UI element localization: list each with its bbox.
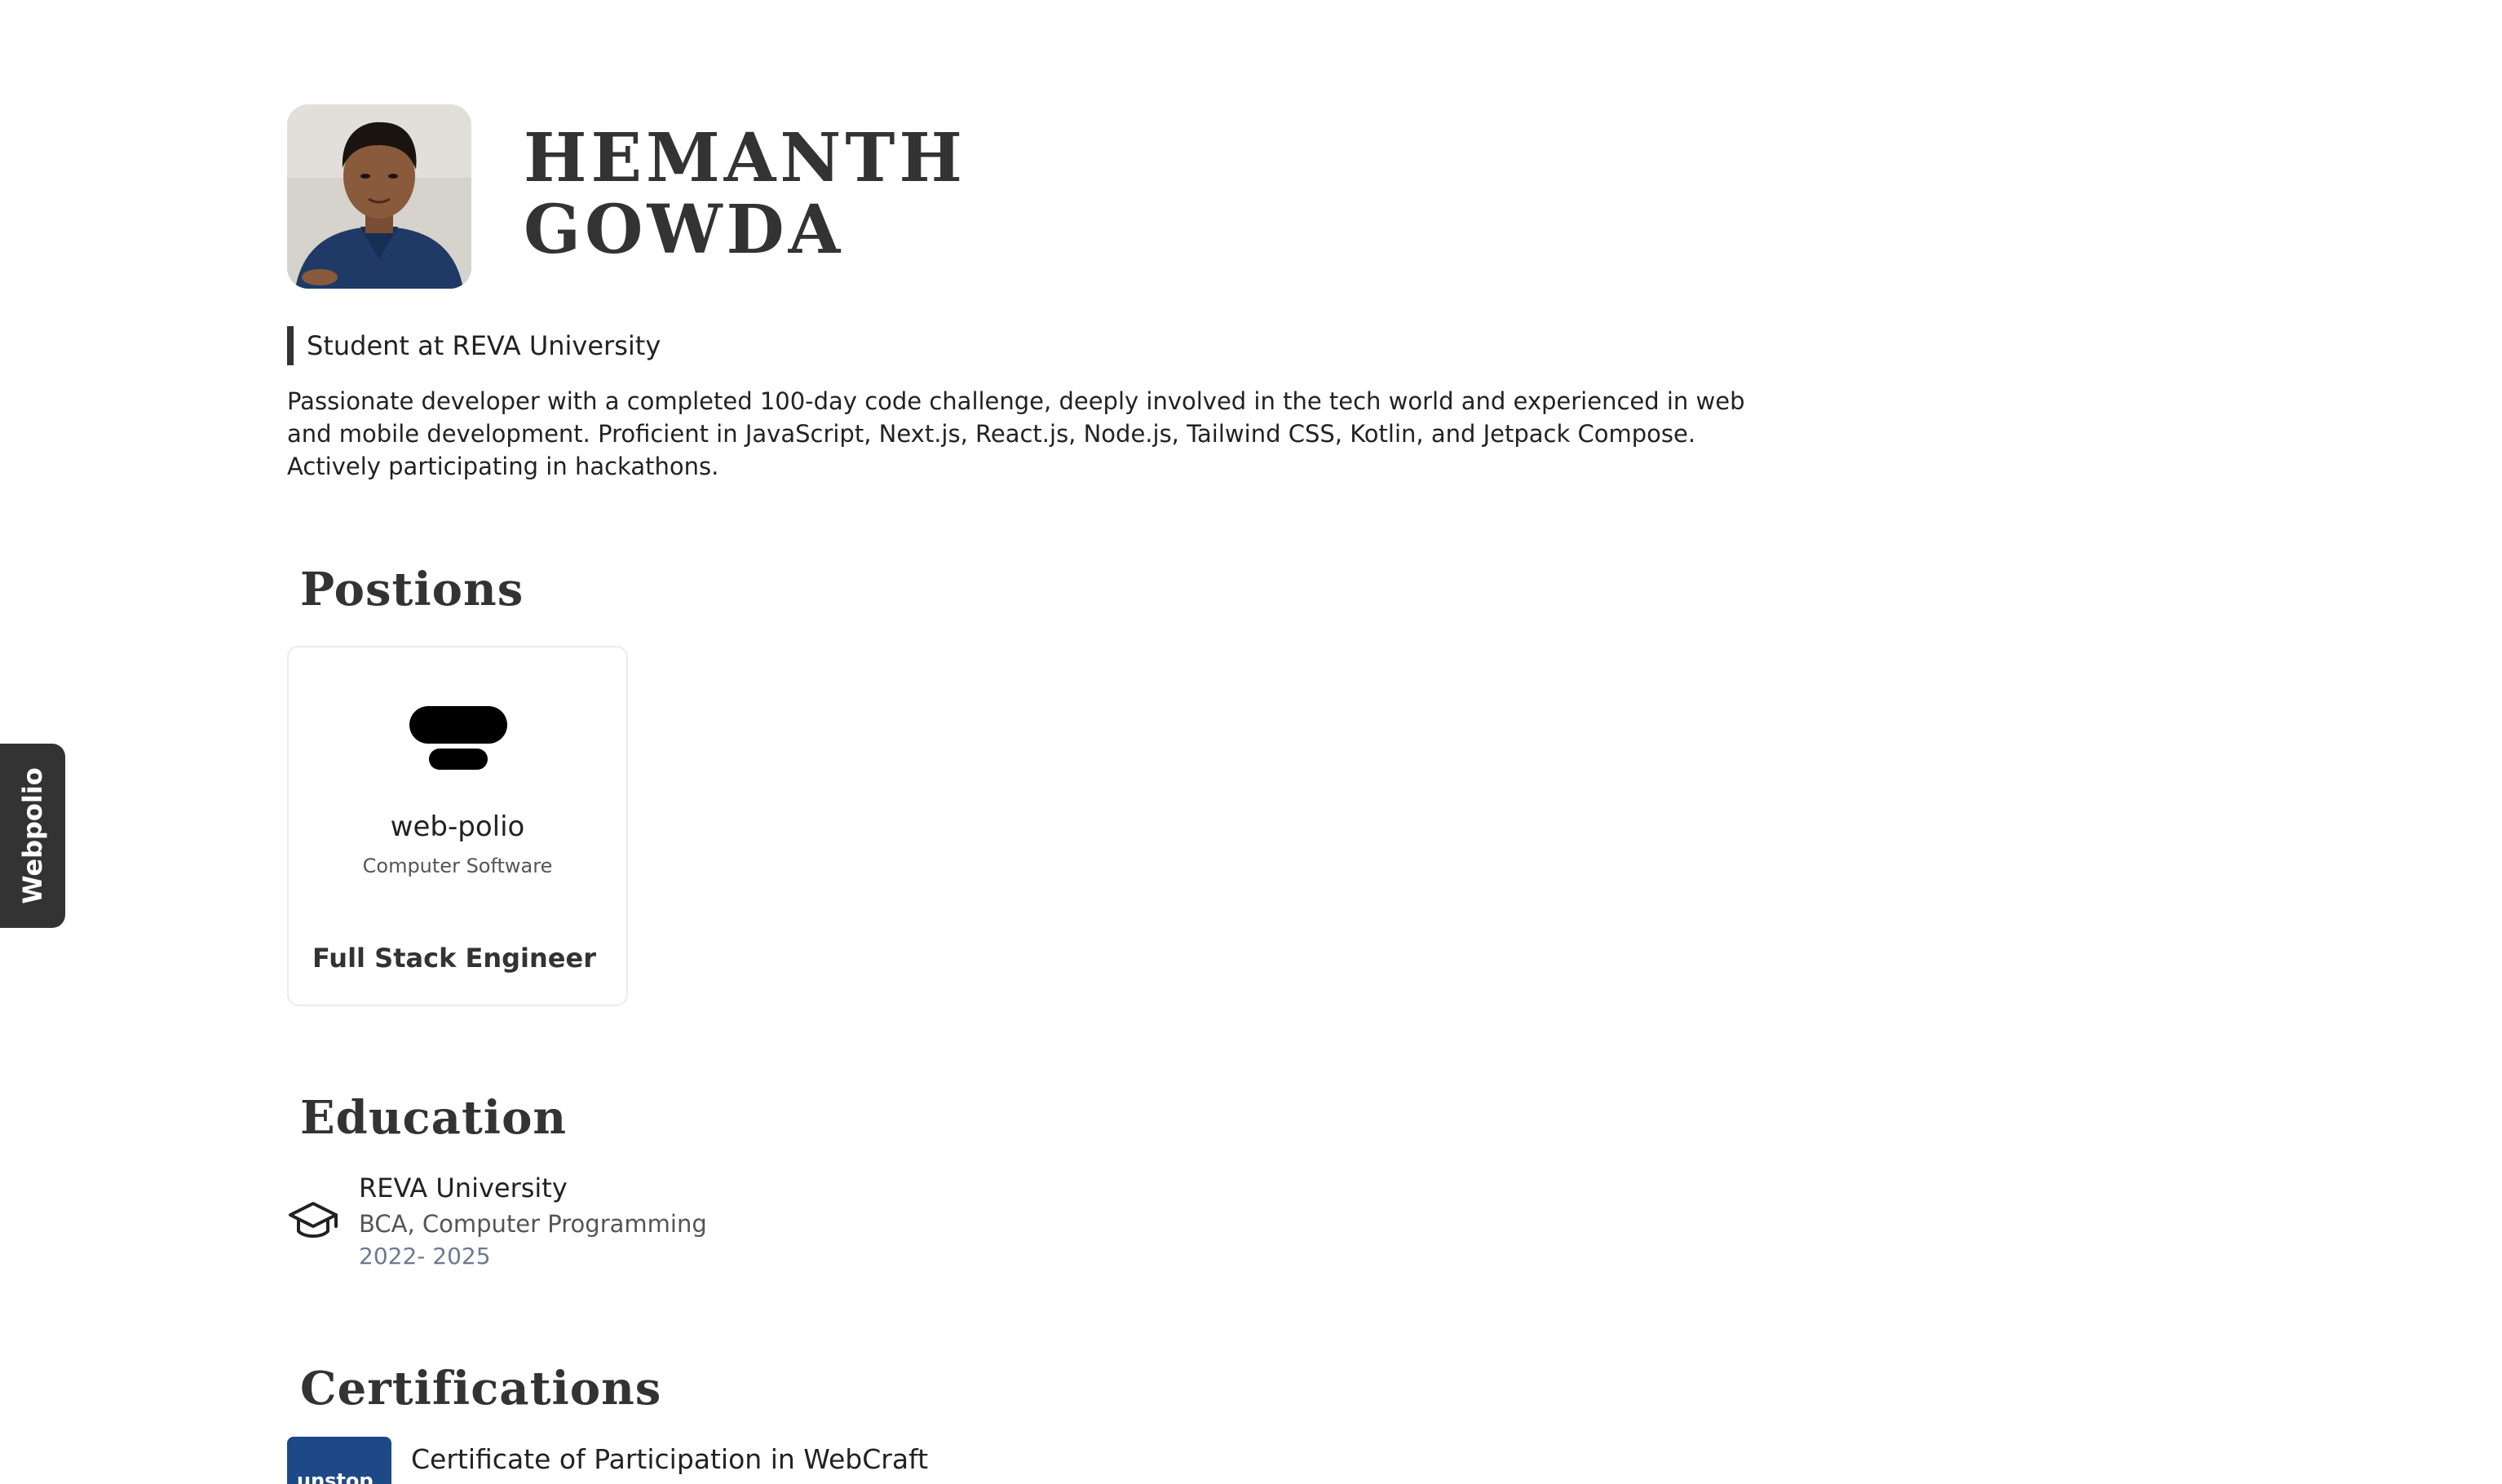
avatar-photo: [287, 104, 471, 289]
portfolio-page: Webpolio HEMANTH GOWDA Student at REVA U…: [0, 0, 2502, 1484]
name-line-1: HEMANTH: [524, 119, 966, 197]
position-card[interactable]: web-polio Computer Software Full Stack E…: [287, 646, 628, 1006]
name-line-2: GOWDA: [524, 191, 845, 269]
profile-name: HEMANTH GOWDA: [524, 122, 966, 266]
cert-logo-text: unstop: [297, 1469, 374, 1484]
position-industry: Computer Software: [362, 855, 553, 877]
education-degree: BCA, Computer Programming: [359, 1210, 707, 1238]
education-school: REVA University: [359, 1173, 568, 1204]
avatar: [287, 104, 471, 289]
webpolio-side-tab[interactable]: Webpolio: [0, 744, 65, 928]
profile-headline: Student at REVA University: [287, 326, 661, 365]
position-company: web-polio: [390, 810, 525, 843]
certification-title[interactable]: Certificate of Participation in WebCraft: [411, 1443, 928, 1475]
cert-logo: unstop: [287, 1437, 391, 1484]
side-tab-label: Webpolio: [17, 767, 49, 904]
positions-heading: Postions: [300, 563, 524, 616]
web-polio-logo-icon: [409, 706, 507, 770]
position-role: Full Stack Engineer: [312, 943, 596, 974]
profile-bio: Passionate developer with a completed 10…: [287, 387, 1745, 480]
graduation-cap-icon: [289, 1202, 338, 1238]
education-years: 2022- 2025: [359, 1243, 491, 1270]
certifications-heading: Certifications: [300, 1362, 662, 1416]
education-heading: Education: [300, 1091, 568, 1145]
